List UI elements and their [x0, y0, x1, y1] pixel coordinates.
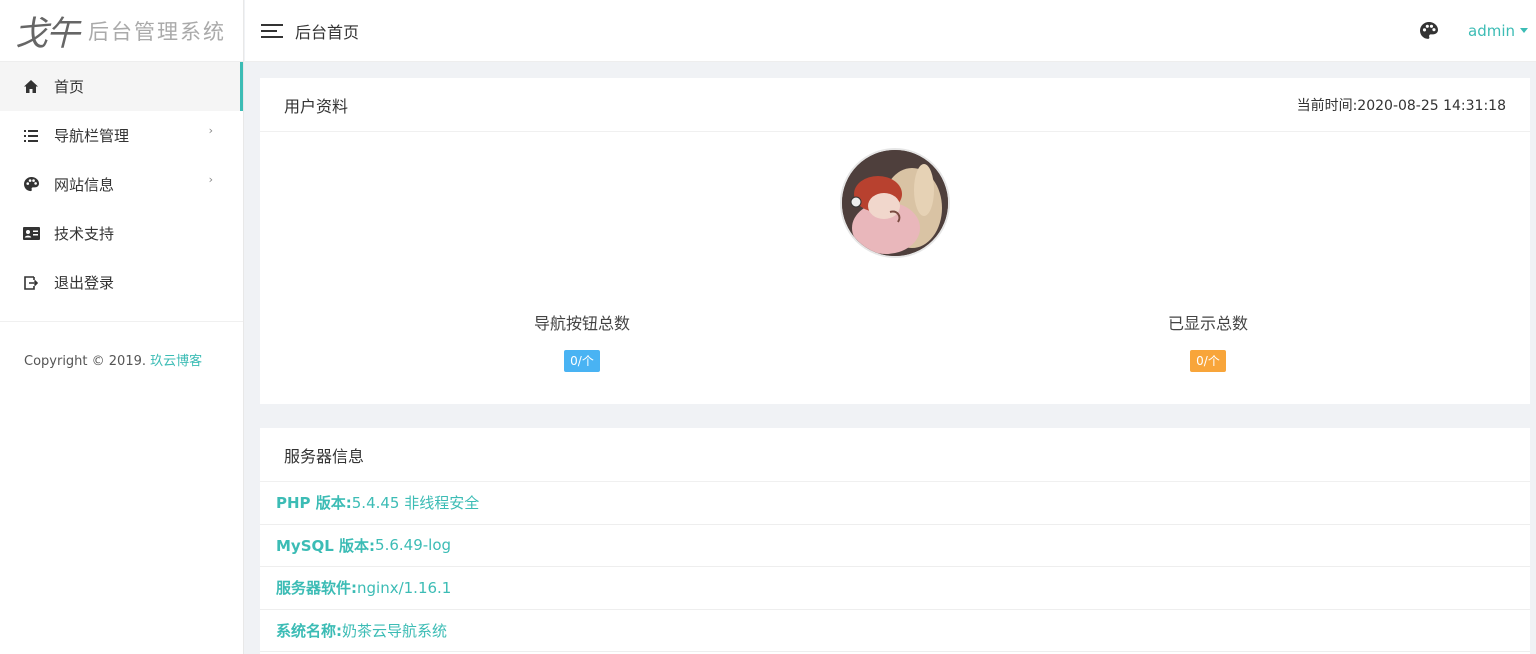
info-row-mysql: MySQL 版本: 5.6.49-log	[260, 525, 1530, 567]
page-title: 后台首页	[295, 22, 360, 42]
list-icon	[22, 129, 40, 142]
sidebar-item-logout[interactable]: 退出登录	[0, 258, 243, 307]
copyright-text: Copyright © 2019.	[24, 354, 147, 369]
profile-card-title: 用户资料	[284, 96, 349, 116]
sidebar-item-home[interactable]: 首页	[0, 62, 243, 111]
info-value: nginx/1.16.1	[357, 578, 452, 597]
profile-card: 用户资料 当前时间:2020-08-25 14:31:18 导航按钮总数 0/个…	[260, 78, 1530, 404]
info-key: 系统名称:	[276, 621, 342, 640]
info-row-system-name: 系统名称: 奶茶云导航系统	[260, 610, 1530, 652]
info-row-server-software: 服务器软件: nginx/1.16.1	[260, 567, 1530, 610]
palette-icon	[22, 177, 40, 192]
info-key: 服务器软件:	[276, 579, 357, 598]
stat-displayed: 已显示总数 0/个	[1108, 310, 1308, 372]
copyright-link[interactable]: 玖云博客	[150, 354, 202, 369]
theme-palette-icon[interactable]	[1420, 21, 1438, 40]
username: admin	[1468, 21, 1515, 40]
user-menu[interactable]: admin	[1468, 22, 1528, 40]
id-card-icon	[22, 227, 40, 240]
logo-mark: 戈午	[14, 14, 80, 54]
caret-down-icon	[1520, 28, 1528, 33]
sidebar-menu: 首页 导航栏管理 › 网站信息 › 技术支持 退出登录	[0, 62, 243, 307]
top-header: 后台首页 admin	[245, 0, 1536, 62]
sidebar-item-support[interactable]: 技术支持	[0, 209, 243, 258]
server-info-card: 服务器信息 PHP 版本: 5.4.45 非线程安全 MySQL 版本: 5.6…	[260, 428, 1530, 654]
sidebar-item-label: 退出登录	[54, 274, 115, 292]
chevron-right-icon: ›	[208, 173, 213, 186]
logo-text: 后台管理系统	[88, 19, 226, 44]
info-row-php: PHP 版本: 5.4.45 非线程安全	[260, 482, 1530, 525]
stat-label: 已显示总数	[1167, 314, 1248, 333]
sidebar-item-label: 网站信息	[54, 176, 115, 194]
info-key: MySQL 版本:	[276, 536, 376, 555]
logo[interactable]: 戈午 后台管理系统	[0, 0, 243, 62]
sidebar-item-nav-manage[interactable]: 导航栏管理 ›	[0, 111, 243, 160]
info-value: 5.4.45 非线程安全	[351, 494, 480, 513]
stat-nav-buttons: 导航按钮总数 0/个	[482, 310, 682, 372]
menu-toggle-icon[interactable]	[261, 23, 283, 39]
sidebar-item-label: 首页	[54, 78, 85, 96]
stat-label: 导航按钮总数	[533, 314, 630, 333]
logout-icon	[22, 275, 40, 290]
profile-card-header: 用户资料 当前时间:2020-08-25 14:31:18	[260, 78, 1530, 132]
avatar[interactable]	[840, 148, 950, 258]
current-time: 当前时间:2020-08-25 14:31:18	[1296, 97, 1506, 114]
server-card-header: 服务器信息	[260, 428, 1530, 482]
sidebar-item-label: 技术支持	[54, 225, 115, 243]
sidebar-item-site-info[interactable]: 网站信息 ›	[0, 160, 243, 209]
stat-badge: 0/个	[564, 350, 600, 372]
stat-badge: 0/个	[1190, 350, 1226, 372]
chevron-right-icon: ›	[208, 124, 213, 137]
home-icon	[22, 80, 40, 93]
sidebar-item-label: 导航栏管理	[54, 127, 130, 145]
info-value: 5.6.49-log	[375, 536, 452, 555]
copyright: Copyright © 2019. 玖云博客	[0, 322, 243, 369]
server-card-title: 服务器信息	[284, 446, 365, 466]
info-value: 奶茶云导航系统	[342, 621, 448, 640]
header-right: admin	[1420, 21, 1528, 40]
sidebar: 戈午 后台管理系统 首页 导航栏管理 › 网站信息 › 技术支持 退出登录 Co…	[0, 0, 244, 654]
info-key: PHP 版本:	[276, 494, 352, 513]
